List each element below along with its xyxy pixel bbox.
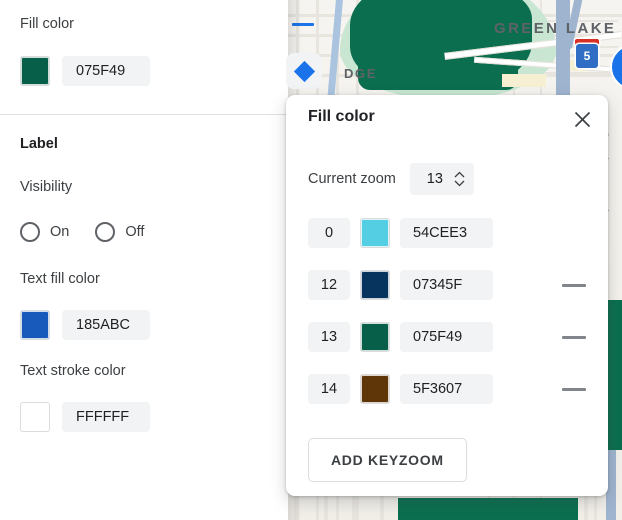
- text-stroke-color-hex-input[interactable]: FFFFFF: [62, 402, 150, 432]
- keyzoom-hex-input[interactable]: 54CEE3: [400, 218, 493, 248]
- keyzoom-color-swatch[interactable]: [360, 322, 390, 352]
- current-zoom-label: Current zoom: [308, 171, 396, 187]
- keyzoom-row: 14 5F3607: [308, 374, 588, 404]
- current-zoom-arrows[interactable]: [454, 171, 465, 187]
- visibility-radio-group: On Off: [20, 222, 160, 242]
- visibility-radio-on-label: On: [50, 224, 70, 240]
- text-stroke-color-swatch[interactable]: [20, 402, 50, 432]
- map-label-green-lake: GREEN LAKE: [494, 20, 617, 37]
- keyzoom-row: 12 07345F: [308, 270, 588, 300]
- keyzoom-hex-input[interactable]: 5F3607: [400, 374, 493, 404]
- keyzoom-row: 13 075F49: [308, 322, 588, 352]
- keyzoom-level-input[interactable]: 13: [308, 322, 350, 352]
- text-fill-color-swatch[interactable]: [20, 310, 50, 340]
- keyzoom-list: 0 54CEE3 12 07345F 13 075F49 14 5F3607: [308, 218, 588, 426]
- map-park-area: [398, 498, 578, 520]
- visibility-label: Visibility: [20, 179, 73, 195]
- fill-color-label: Fill color: [20, 16, 74, 32]
- add-keyzoom-button[interactable]: ADD KEYZOOM: [308, 438, 467, 482]
- app-root: GREEN LAKE DGE 5 a ▪ ▪ ▪ ▪ ▪ ▪ Fill colo…: [0, 0, 622, 520]
- keyzoom-row: 0 54CEE3: [308, 218, 588, 248]
- map-freeway: [556, 0, 570, 100]
- label-section-title: Label: [20, 136, 58, 152]
- text-stroke-color-label: Text stroke color: [20, 363, 126, 379]
- map-grid-line: [352, 494, 356, 520]
- text-fill-color-hex-input[interactable]: 185ABC: [62, 310, 150, 340]
- text-fill-color-label: Text fill color: [20, 271, 100, 287]
- map-grid-line: [324, 494, 328, 520]
- keyzoom-level-input[interactable]: 14: [308, 374, 350, 404]
- keyzoom-toggle-button[interactable]: [286, 53, 322, 89]
- minus-icon[interactable]: [292, 23, 314, 26]
- fill-color-hex-input[interactable]: 075F49: [62, 56, 150, 86]
- keyzoom-remove-icon[interactable]: [562, 387, 586, 391]
- visibility-radio-off-label: Off: [125, 224, 145, 240]
- fill-color-dialog: Fill color Current zoom 13 0 54CEE3 12 0…: [286, 95, 608, 496]
- current-zoom-value[interactable]: 13: [410, 171, 454, 187]
- keyzoom-color-swatch[interactable]: [360, 270, 390, 300]
- keyzoom-remove-icon[interactable]: [562, 335, 586, 339]
- map-grid-line: [294, 494, 298, 520]
- highway-shield-icon: 5: [576, 44, 598, 68]
- chevron-down-icon: [454, 180, 465, 187]
- keyzoom-hex-input[interactable]: 075F49: [400, 322, 493, 352]
- current-zoom-row: Current zoom 13: [308, 163, 474, 195]
- text-fill-color-row: 185ABC: [20, 310, 150, 340]
- fill-color-swatch[interactable]: [20, 56, 50, 86]
- chevron-up-icon: [454, 171, 465, 178]
- keyzoom-hex-input[interactable]: 07345F: [400, 270, 493, 300]
- map-label-dge: DGE: [344, 66, 377, 81]
- properties-panel: Fill color 075F49 Label Visibility On Of…: [0, 0, 302, 520]
- keyzoom-level-input[interactable]: 12: [308, 270, 350, 300]
- close-icon[interactable]: [568, 105, 596, 133]
- visibility-radio-on[interactable]: [20, 222, 40, 242]
- map-grid-line: [584, 494, 588, 520]
- keyzoom-color-swatch[interactable]: [360, 374, 390, 404]
- map-grid-line: [380, 494, 384, 520]
- text-stroke-color-row: FFFFFF: [20, 402, 150, 432]
- keyzoom-remove-icon[interactable]: [562, 283, 586, 287]
- keyzoom-level-input[interactable]: 0: [308, 218, 350, 248]
- panel-divider: [0, 114, 288, 115]
- fill-color-row: 075F49: [20, 56, 150, 86]
- visibility-radio-off[interactable]: [95, 222, 116, 242]
- current-zoom-stepper[interactable]: 13: [409, 163, 474, 195]
- dialog-title: Fill color: [308, 108, 375, 125]
- keyzoom-color-swatch[interactable]: [360, 218, 390, 248]
- diamond-icon: [293, 60, 315, 82]
- map-road: [502, 74, 546, 87]
